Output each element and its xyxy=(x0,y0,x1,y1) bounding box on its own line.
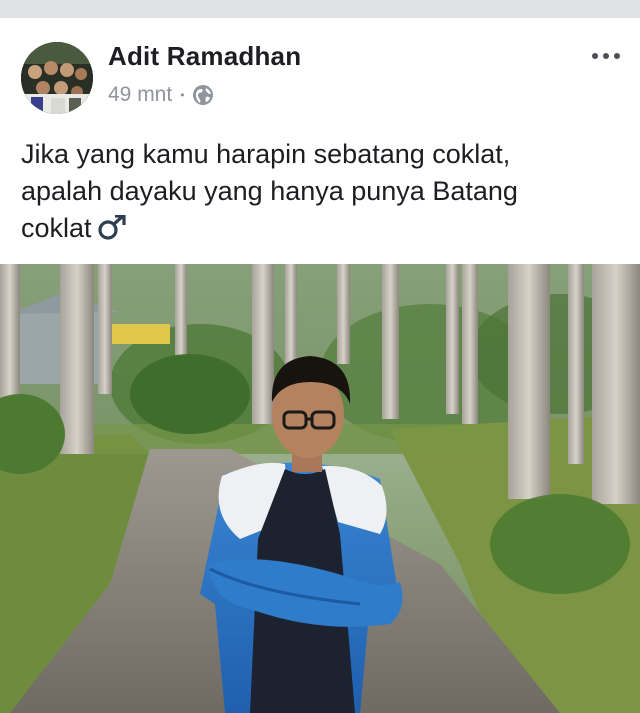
post-photo[interactable] xyxy=(0,264,640,713)
post-text: Jika yang kamu harapin sebatang coklat, … xyxy=(21,136,621,247)
more-dot xyxy=(592,53,598,59)
male-sign-icon xyxy=(96,214,128,240)
meta-separator: • xyxy=(180,88,185,102)
avatar[interactable] xyxy=(21,42,93,114)
more-dot xyxy=(603,53,609,59)
post-text-line: apalah dayaku yang hanya punya Batang xyxy=(21,176,518,206)
status-strip xyxy=(0,0,640,18)
globe-icon xyxy=(192,84,214,106)
post-meta: 49 mnt • xyxy=(108,82,214,108)
post-text-line: Jika yang kamu harapin sebatang coklat, xyxy=(21,139,511,169)
post-time[interactable]: 49 mnt xyxy=(108,83,172,107)
feed-post: Adit Ramadhan 49 mnt • Jika yang kamu ha… xyxy=(0,18,640,713)
more-options-icon[interactable] xyxy=(592,46,620,66)
more-dot xyxy=(614,53,620,59)
author-name[interactable]: Adit Ramadhan xyxy=(108,41,301,72)
post-text-line: coklat xyxy=(21,213,92,243)
post-text-line-last: coklat xyxy=(21,210,621,247)
